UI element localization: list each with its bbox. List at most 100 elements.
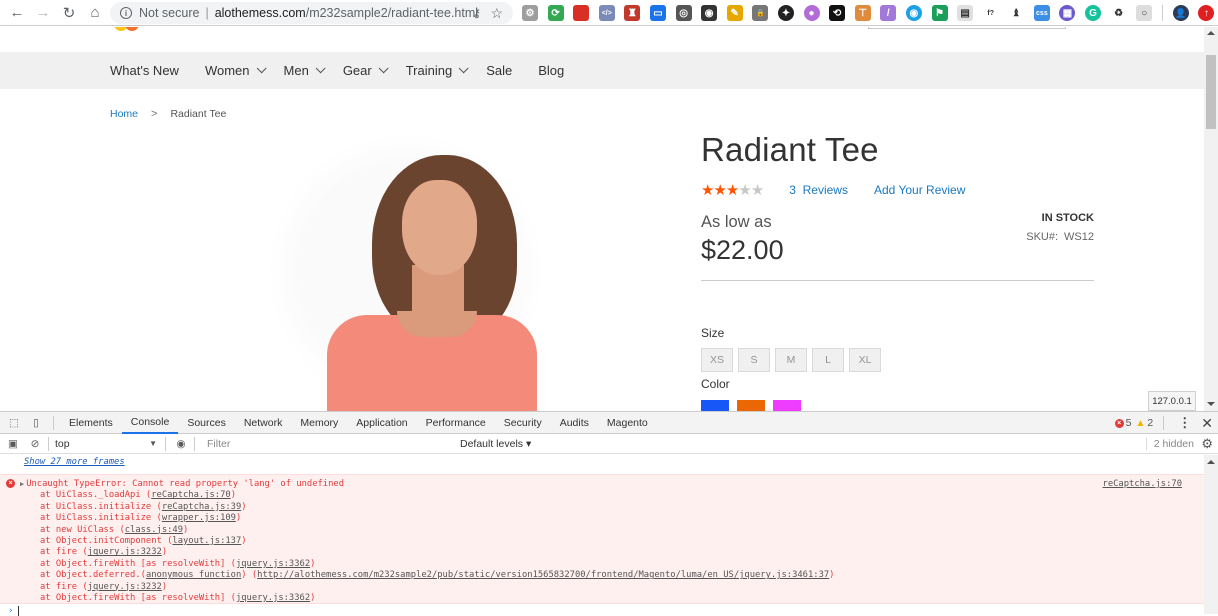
live-expression-eye-icon[interactable]: ◉ [170,433,192,455]
stack-frame-link[interactable]: anonymous function [146,570,241,580]
lock-extension-icon[interactable]: 🔒 [752,5,769,21]
record-extension-icon[interactable]: ◉ [701,5,718,21]
reviews-link[interactable]: 3 Reviews [789,183,848,197]
update-icon[interactable]: ↑ [1198,5,1215,21]
stack-frame-url-link[interactable]: http://alothemess.com/m232sample2/pub/st… [257,570,829,580]
chess-extension-icon[interactable]: ♝ [1008,5,1025,21]
scroll-thumb[interactable] [1206,55,1216,129]
stack-frame-link[interactable]: layout.js:137 [172,536,241,546]
context-selector[interactable]: top ▼ [51,435,161,453]
size-option-m[interactable]: M [775,348,807,372]
css-extension-icon[interactable]: css [1033,5,1050,21]
size-option-xl[interactable]: XL [849,348,881,372]
grid-extension-icon[interactable]: ▦ [1059,5,1076,21]
show-more-frames-link[interactable]: Show 27 more frames [24,457,125,467]
stack-frame-link[interactable]: jquery.js:3362 [236,559,310,569]
flag-extension-icon[interactable]: ⚑ [931,5,948,21]
reload-button[interactable]: ↻ [56,0,82,26]
nav-item-blog[interactable]: Blog [538,63,564,78]
bookmark-star-icon[interactable]: ☆ [490,5,503,22]
puzzle-extension-icon[interactable]: ✦ [777,5,794,21]
console-input[interactable] [18,606,19,616]
book-extension-icon[interactable] [573,5,590,21]
security-label[interactable]: Not secure [139,6,199,20]
tab-sources[interactable]: Sources [178,412,235,434]
device-toolbar-icon[interactable]: ▯ [25,412,47,434]
address-bar[interactable]: i Not secure | alothemess.com/m232sample… [110,2,513,24]
tab-network[interactable]: Network [235,412,292,434]
add-review-link[interactable]: Add Your Review [874,183,965,197]
scroll-down-arrow[interactable] [1207,402,1215,406]
close-devtools-icon[interactable]: ✕ [1201,415,1213,432]
tab-elements[interactable]: Elements [60,412,122,434]
eye-extension-icon[interactable]: ◉ [905,5,922,21]
size-option-xs[interactable]: XS [701,348,733,372]
nav-item-sale[interactable]: Sale [486,63,512,78]
back-button[interactable]: ← [4,0,30,26]
page-scrollbar[interactable] [1204,27,1218,411]
error-count-badge[interactable]: × 5 ▲ 2 [1114,417,1153,429]
cycle-extension-icon[interactable]: ⟲ [829,5,846,21]
badge-extension-icon[interactable]: ♜ [624,5,641,21]
stack-frame-link[interactable]: jquery.js:3232 [88,582,162,592]
tab-audits[interactable]: Audits [551,412,598,434]
key-icon[interactable]: ⚷ [472,6,481,20]
font-extension-icon[interactable]: f? [982,5,999,21]
nav-item-what-s-new[interactable]: What's New [110,63,179,78]
stack-frame-link[interactable]: wrapper.js:109 [162,513,236,523]
log-levels-dropdown[interactable]: Default levels ▾ [460,438,531,450]
profile-avatar[interactable]: 👤 [1172,5,1189,21]
calendar-extension-icon[interactable]: ▤ [957,5,974,21]
tab-performance[interactable]: Performance [417,412,495,434]
sync-extension-icon[interactable]: ◎ [675,5,692,21]
tab-security[interactable]: Security [495,412,551,434]
inspect-element-icon[interactable]: ⬚ [3,412,25,434]
nav-item-men[interactable]: Men [284,63,326,78]
clear-console-icon[interactable]: ⊘ [24,433,46,455]
palette-extension-icon[interactable]: ✎ [726,5,743,21]
refresh-extension-icon[interactable]: ⟳ [547,5,564,21]
sidebar-toggle-icon[interactable]: ▣ [2,433,24,455]
console-scrollbar[interactable] [1204,455,1218,614]
forward-button[interactable]: → [30,0,56,26]
breadcrumb-home[interactable]: Home [110,108,138,120]
stack-frame-link[interactable]: jquery.js:3362 [236,593,310,603]
color-swatch[interactable] [737,400,765,411]
stack-frame-link[interactable]: reCaptcha.js:70 [151,490,230,500]
nav-item-training[interactable]: Training [406,63,469,78]
scroll-up-arrow[interactable] [1207,31,1215,35]
site-logo[interactable] [114,27,148,31]
size-option-s[interactable]: S [738,348,770,372]
sign-extension-icon[interactable]: ⊤ [854,5,871,21]
nav-item-gear[interactable]: Gear [343,63,389,78]
pen-extension-icon[interactable]: / [880,5,897,21]
color-swatch[interactable] [773,400,801,411]
console-settings-gear-icon[interactable]: ⚙ [1201,436,1213,452]
size-option-l[interactable]: L [812,348,844,372]
more-options-icon[interactable]: ⋮ [1178,415,1191,431]
error-message-line[interactable]: ▶ Uncaught TypeError: Cannot read propert… [20,479,344,490]
recycle-extension-icon[interactable]: ♻ [1110,5,1127,21]
stack-frame-link[interactable]: jquery.js:3232 [88,547,162,557]
gear-extension-icon[interactable]: ⚙ [522,5,538,21]
stack-frame-link[interactable]: reCaptcha.js:39 [162,502,241,512]
tab-console[interactable]: Console [121,412,179,434]
tab-magento[interactable]: Magento [598,412,657,434]
nav-item-women[interactable]: Women [205,63,267,78]
code-extension-icon[interactable]: </> [598,5,615,21]
cloud-extension-icon[interactable]: ○ [1136,5,1153,21]
purple-extension-icon[interactable]: ● [803,5,820,21]
color-swatch[interactable] [701,400,729,411]
search-box[interactable] [868,27,1066,29]
error-source-link[interactable]: reCaptcha.js:70 [1103,479,1182,489]
tab-memory[interactable]: Memory [291,412,347,434]
info-icon[interactable]: i [120,7,132,19]
product-image[interactable] [262,135,552,411]
console-filter-input[interactable] [203,435,455,452]
screen-extension-icon[interactable]: ▭ [649,5,666,21]
tab-application[interactable]: Application [347,412,416,434]
stack-frame-link[interactable]: class.js:49 [125,525,183,535]
grammarly-extension-icon[interactable]: G [1085,5,1102,21]
home-button[interactable]: ⌂ [82,0,108,26]
expand-triangle-icon[interactable]: ▶ [20,480,24,488]
